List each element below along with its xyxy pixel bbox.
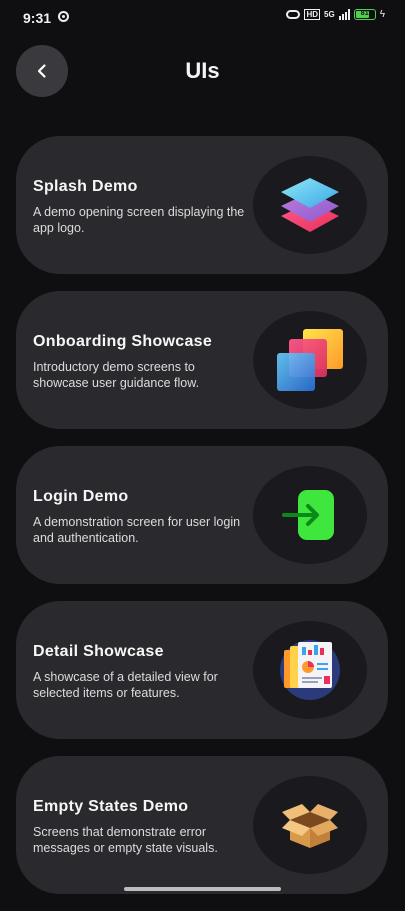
- card-title: Splash Demo: [33, 178, 138, 195]
- card-empty-states-demo[interactable]: Empty States Demo Screens that demonstra…: [16, 756, 388, 894]
- card-description: A demonstration screen for user login an…: [33, 515, 241, 545]
- charging-icon: ϟ: [379, 9, 385, 20]
- home-indicator[interactable]: [124, 887, 281, 891]
- card-title: Login Demo: [33, 488, 129, 505]
- card-icon-circle: [253, 156, 367, 254]
- card-icon-circle: [253, 621, 367, 719]
- card-title: Detail Showcase: [33, 643, 164, 660]
- page-title: UIs: [185, 58, 220, 83]
- overlapping-squares-icon: [277, 329, 343, 391]
- hd-badge: HD: [304, 9, 321, 20]
- card-description: Introductory demo screens to showcase us…: [33, 360, 200, 390]
- card-icon-circle: [253, 776, 367, 874]
- card-description: Screens that demonstrate error messages …: [33, 825, 218, 855]
- status-icons: HD 5G 81 ϟ: [286, 9, 385, 20]
- open-box-icon: [282, 804, 338, 848]
- card-description: A showcase of a detailed view for select…: [33, 670, 218, 700]
- stacked-layers-icon: [281, 178, 339, 232]
- card-splash-demo[interactable]: Splash Demo A demo opening screen displa…: [16, 136, 388, 274]
- status-bar: 9:31 HD 5G 81 ϟ: [0, 0, 405, 36]
- login-arrow-icon: [282, 490, 334, 540]
- card-detail-showcase[interactable]: Detail Showcase A showcase of a detailed…: [16, 601, 388, 739]
- card-icon-circle: [253, 466, 367, 564]
- battery-icon: 81: [353, 9, 376, 20]
- status-time: 9:31: [23, 10, 52, 26]
- signal-icon: [338, 9, 350, 20]
- link-icon: [286, 10, 301, 19]
- card-icon-circle: [253, 311, 367, 409]
- card-list: Splash Demo A demo opening screen displa…: [16, 136, 388, 911]
- card-login-demo[interactable]: Login Demo A demonstration screen for us…: [16, 446, 388, 584]
- card-title: Empty States Demo: [33, 798, 189, 815]
- card-onboarding-showcase[interactable]: Onboarding Showcase Introductory demo sc…: [16, 291, 388, 429]
- report-documents-icon: [280, 640, 340, 700]
- card-title: Onboarding Showcase: [33, 333, 213, 350]
- notification-app-icon: [58, 11, 69, 22]
- network-type: 5G: [324, 9, 335, 19]
- card-description: A demo opening screen displaying the app…: [33, 205, 245, 235]
- battery-level: 81: [360, 10, 369, 17]
